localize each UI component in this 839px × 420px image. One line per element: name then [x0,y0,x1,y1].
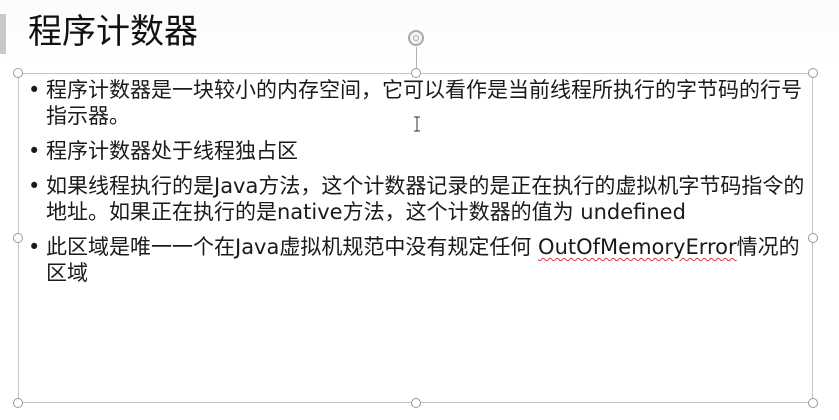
title-accent-bar [0,14,6,54]
spellcheck-flagged-word: OutOfMemoryError [538,235,737,259]
rotate-handle-icon[interactable] [408,30,424,46]
bullet-item[interactable]: • 此区域是唯一一个在Java虚拟机规范中没有规定任何 OutOfMemoryE… [26,234,806,286]
bullet-item[interactable]: • 如果线程执行的是Java方法，这个计数器记录的是正在执行的虚拟机字节码指令的… [26,173,806,225]
resize-handle-middle-right[interactable] [808,233,818,243]
resize-handle-middle-left[interactable] [13,233,23,243]
resize-handle-bottom-left[interactable] [13,398,23,408]
slide-title[interactable]: 程序计数器 [28,10,198,54]
bullet-marker: • [28,235,41,259]
bullet-text: 程序计数器处于线程独占区 [46,139,298,163]
bullet-text-before: 此区域是唯一一个在Java虚拟机规范中没有规定任何 [46,235,539,259]
resize-handle-bottom-center[interactable] [411,398,421,408]
resize-handle-top-right[interactable] [808,68,818,78]
bullet-list[interactable]: • 程序计数器是一块较小的内存空间，它可以看作是当前线程所执行的字节码的行号指示… [26,77,806,295]
text-cursor-icon [414,116,420,132]
bullet-marker: • [28,139,41,163]
bullet-text: 如果线程执行的是Java方法，这个计数器记录的是正在执行的虚拟机字节码指令的地址… [46,174,805,224]
bullet-text: 程序计数器是一块较小的内存空间，它可以看作是当前线程所执行的字节码的行号指示器。 [46,78,802,128]
resize-handle-top-left[interactable] [13,68,23,78]
bullet-marker: • [28,174,41,198]
resize-handle-bottom-right[interactable] [808,398,818,408]
bullet-item[interactable]: • 程序计数器处于线程独占区 [26,138,806,164]
bullet-marker: • [28,78,41,102]
